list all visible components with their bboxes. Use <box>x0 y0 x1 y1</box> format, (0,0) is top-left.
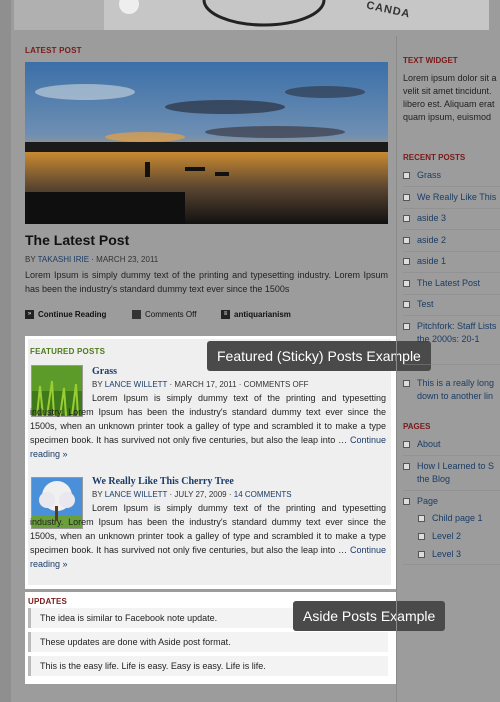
divider <box>403 294 500 295</box>
divider <box>403 315 500 316</box>
featured-item-title[interactable]: Grass <box>92 366 117 377</box>
post-by: BY <box>25 255 36 264</box>
featured-item-author-link[interactable]: LANCE WILLETT <box>105 380 168 389</box>
sidebar-divider <box>396 36 397 702</box>
text-widget-body: Lorem ipsum dolor sit a velit sit amet t… <box>403 73 497 122</box>
recent-post-link-continued[interactable]: the 2000s: 20-1 <box>403 334 500 344</box>
comment-icon <box>132 310 141 319</box>
post-meta: BY TAKASHI IRIE · MARCH 23, 2011 <box>25 255 158 264</box>
featured-item-comments: COMMENTS OFF <box>243 380 309 389</box>
tag-label: antiquarianism <box>234 310 291 319</box>
page-link[interactable]: How I Learned to S <box>403 461 500 471</box>
featured-item-comments-link[interactable]: 14 COMMENTS <box>234 490 292 499</box>
recent-post-link[interactable]: Grass <box>403 170 500 180</box>
featured-posts-panel: FEATURED POSTS Grass BY LANCE WILLETT · … <box>25 336 396 589</box>
featured-item-text: Lorem Ipsum is simply dummy text of the … <box>30 391 386 461</box>
updates-heading: UPDATES <box>28 597 68 606</box>
aside-update-item: These updates are done with Aside post f… <box>28 632 388 652</box>
divider <box>403 186 500 187</box>
pages-heading: PAGES <box>403 422 431 431</box>
text-widget-heading: TEXT WIDGET <box>403 56 458 65</box>
divider <box>403 272 500 273</box>
comments-link[interactable]: Comments Off <box>132 310 196 319</box>
recent-post-link[interactable]: Pitchfork: Staff Lists <box>403 321 500 331</box>
child-page-link[interactable]: Level 2 <box>418 531 500 541</box>
featured-item-author-link[interactable]: LANCE WILLETT <box>105 490 168 499</box>
continue-reading-link[interactable]: » Continue Reading <box>25 310 106 319</box>
aside-update-item: This is the easy life. Life is easy. Eas… <box>28 656 388 676</box>
divider <box>403 208 500 209</box>
recent-post-link[interactable]: aside 1 <box>403 256 500 266</box>
featured-item-title[interactable]: We Really Like This Cherry Tree <box>92 476 234 487</box>
divider <box>403 455 500 456</box>
featured-item-date: · MARCH 17, 2011 · <box>169 380 242 389</box>
aside-callout: Aside Posts Example <box>293 601 446 631</box>
featured-item-text-body: Lorem Ipsum is simply dummy text of the … <box>30 503 386 555</box>
featured-item-text: Lorem Ipsum is simply dummy text of the … <box>30 501 386 571</box>
divider <box>403 229 500 230</box>
featured-item-text-body: Lorem Ipsum is simply dummy text of the … <box>30 393 386 445</box>
masthead-art <box>14 0 489 30</box>
post-image[interactable] <box>25 62 388 224</box>
featured-posts-inner: FEATURED POSTS Grass BY LANCE WILLETT · … <box>28 339 391 585</box>
divider <box>403 564 500 565</box>
featured-posts-heading: FEATURED POSTS <box>30 347 106 356</box>
featured-item-date: · JULY 27, 2009 · <box>169 490 232 499</box>
featured-item-meta: BY LANCE WILLETT · JULY 27, 2009 · 14 CO… <box>92 490 292 499</box>
divider <box>403 490 500 491</box>
child-page-link[interactable]: Level 3 <box>418 549 500 559</box>
recent-post-link[interactable]: aside 3 <box>403 213 500 223</box>
recent-post-link[interactable]: The Latest Post <box>403 278 500 288</box>
featured-item-by: BY <box>92 490 103 499</box>
page-link-about[interactable]: About <box>403 439 500 449</box>
divider <box>403 364 500 365</box>
post-author-link[interactable]: TAKASHI IRIE <box>38 255 89 264</box>
recent-post-link[interactable]: This is a really long <box>403 378 500 388</box>
recent-post-link-continued[interactable]: down to another lin <box>403 391 500 401</box>
arrow-right-icon: » <box>25 310 34 319</box>
page-link[interactable]: Page <box>403 496 500 506</box>
masthead: CANDA <box>14 0 489 30</box>
recent-post-link[interactable]: We Really Like This <box>403 192 500 202</box>
post-actions: » Continue Reading Comments Off ≡ antiqu… <box>25 310 388 324</box>
featured-item-meta: BY LANCE WILLETT · MARCH 17, 2011 · COMM… <box>92 380 309 389</box>
child-page-link[interactable]: Child page 1 <box>418 513 500 523</box>
post-title[interactable]: The Latest Post <box>25 232 129 248</box>
recent-post-link[interactable]: aside 2 <box>403 235 500 245</box>
recent-post-link[interactable]: Test <box>403 299 500 309</box>
featured-callout: Featured (Sticky) Posts Example <box>207 341 431 371</box>
tag-link[interactable]: ≡ antiquarianism <box>221 310 291 319</box>
continue-reading-label: Continue Reading <box>38 310 107 319</box>
list-icon: ≡ <box>221 310 230 319</box>
comments-label: Comments Off <box>145 310 197 319</box>
recent-posts-heading: RECENT POSTS <box>403 153 466 162</box>
page-link-continued[interactable]: the Blog <box>403 474 500 484</box>
featured-item-by: BY <box>92 380 103 389</box>
post-excerpt: Lorem Ipsum is simply dummy text of the … <box>25 270 388 294</box>
divider <box>403 251 500 252</box>
post-date: · MARCH 23, 2011 <box>91 255 159 264</box>
latest-post-heading: LATEST POST <box>25 46 82 55</box>
